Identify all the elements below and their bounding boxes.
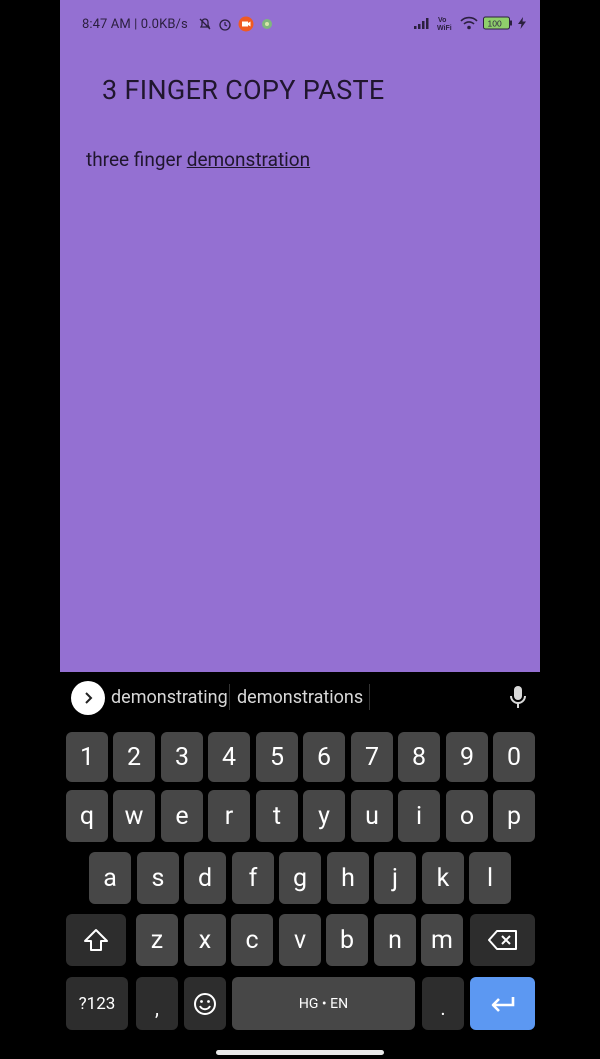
soft-keyboard: demonstrating demonstrations 1 2 3 4 5 6… [60,672,540,1059]
key-g[interactable]: g [279,852,321,904]
key-s[interactable]: s [137,852,179,904]
text-editor[interactable]: three finger demonstration [86,148,310,171]
chevron-right-icon [85,692,93,704]
key-3[interactable]: 3 [161,732,203,782]
key-h[interactable]: h [327,852,369,904]
key-t[interactable]: t [256,790,298,842]
app-screen: 8:47 AM | 0.0KB/s Vo WiFi 100 3 FINGER CO… [60,0,540,672]
alarm-clock-icon [219,19,231,31]
suggestion-divider [369,684,370,710]
period-label: . [440,996,446,1020]
key-6[interactable]: 6 [303,732,345,782]
page-title: 3 FINGER COPY PASTE [102,74,385,106]
emoji-key[interactable] [184,977,226,1030]
suggestion-2[interactable]: demonstrations [237,687,363,708]
suggestion-bar: demonstrating demonstrations [60,672,540,724]
key-o[interactable]: o [446,790,488,842]
key-x[interactable]: x [184,914,226,966]
svg-text:WiFi: WiFi [437,25,452,31]
battery-level: 100 [488,19,502,29]
key-n[interactable]: n [374,914,416,966]
key-d[interactable]: d [184,852,226,904]
suggestion-divider [229,684,230,710]
suggestion-1[interactable]: demonstrating [111,687,228,708]
signal-icon [414,18,429,29]
key-m[interactable]: m [421,914,463,966]
key-w[interactable]: w [113,790,155,842]
period-key[interactable]: . [422,977,464,1030]
key-9[interactable]: 9 [446,732,488,782]
alarm-off-icon [199,18,211,30]
key-2[interactable]: 2 [113,732,155,782]
microphone-icon[interactable] [510,685,526,709]
vowifi-icon: VoWiFi [437,17,452,31]
backspace-icon [487,930,517,950]
comma-label: , [155,996,159,1020]
space-bar[interactable]: HG • EN [232,977,415,1030]
enter-arrow-icon [491,996,514,1012]
text-composing: demonstration [186,148,311,171]
key-z[interactable]: z [136,914,178,966]
key-e[interactable]: e [161,790,203,842]
charging-icon [518,17,526,29]
key-1[interactable]: 1 [66,732,108,782]
status-system-icons: Vo WiFi 100 [414,15,526,31]
comma-key[interactable]: , [136,977,178,1030]
key-5[interactable]: 5 [256,732,298,782]
key-j[interactable]: j [374,852,416,904]
key-i[interactable]: i [398,790,440,842]
recorder-app-icon [238,16,254,32]
enter-key[interactable] [470,977,535,1030]
emoji-icon [194,992,216,1015]
shift-key[interactable] [66,914,126,966]
expand-toolbar-button[interactable] [71,681,105,715]
status-notification-icons [198,16,274,32]
battery-icon: 100 [483,16,512,30]
key-c[interactable]: c [231,914,273,966]
svg-text:Vo: Vo [438,17,446,24]
symbols-key[interactable]: ?123 [66,977,128,1030]
text-plain: three finger [86,148,187,171]
key-r[interactable]: r [208,790,250,842]
key-0[interactable]: 0 [493,732,535,782]
key-q[interactable]: q [66,790,108,842]
key-v[interactable]: v [279,914,321,966]
shift-arrow-icon [84,929,108,951]
backspace-key[interactable] [470,914,535,966]
key-b[interactable]: b [326,914,368,966]
key-8[interactable]: 8 [398,732,440,782]
home-indicator[interactable] [216,1050,384,1055]
status-time: 8:47 AM | 0.0KB/s [82,17,188,32]
key-y[interactable]: y [303,790,345,842]
key-p[interactable]: p [493,790,535,842]
key-4[interactable]: 4 [208,732,250,782]
key-a[interactable]: a [89,852,131,904]
key-k[interactable]: k [422,852,464,904]
key-7[interactable]: 7 [351,732,393,782]
key-f[interactable]: f [232,852,274,904]
android-debug-icon [262,19,272,29]
wifi-icon [460,16,478,30]
key-l[interactable]: l [469,852,511,904]
key-u[interactable]: u [351,790,393,842]
status-bar: 8:47 AM | 0.0KB/s Vo WiFi 100 [60,0,540,50]
